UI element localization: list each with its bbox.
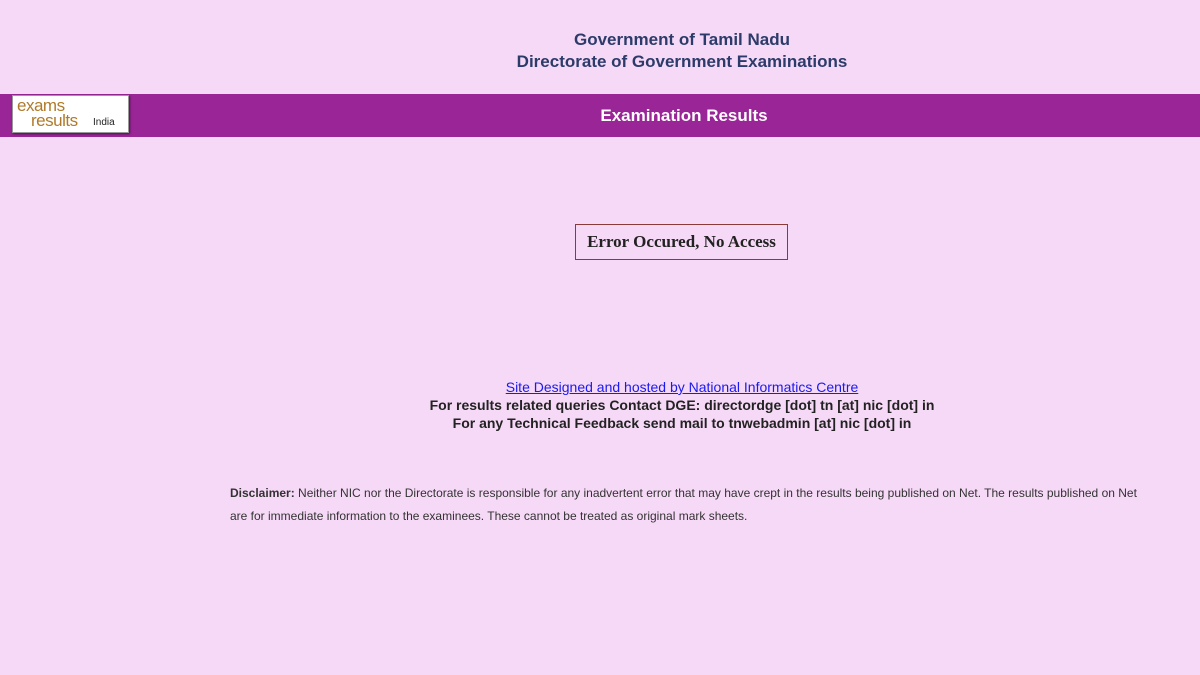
error-message: Error Occured, No Access	[587, 232, 776, 251]
disclaimer: Disclaimer: Neither NIC nor the Director…	[230, 482, 1140, 528]
government-title: Government of Tamil Nadu	[574, 30, 790, 49]
feedback-line: For any Technical Feedback send mail to …	[452, 415, 912, 431]
footer: Site Designed and hosted by National Inf…	[0, 378, 1200, 432]
disclaimer-label: Disclaimer:	[230, 486, 295, 500]
nic-credit-link[interactable]: Site Designed and hosted by National Inf…	[506, 379, 859, 395]
page-title: Examination Results	[600, 106, 768, 125]
title-bar: exams results India Examination Results	[0, 94, 1200, 137]
disclaimer-text: Neither NIC nor the Directorate is respo…	[230, 486, 1137, 523]
contact-line: For results related queries Contact DGE:…	[429, 397, 935, 413]
error-message-box: Error Occured, No Access	[575, 224, 788, 260]
directorate-title: Directorate of Government Examinations	[516, 52, 848, 71]
